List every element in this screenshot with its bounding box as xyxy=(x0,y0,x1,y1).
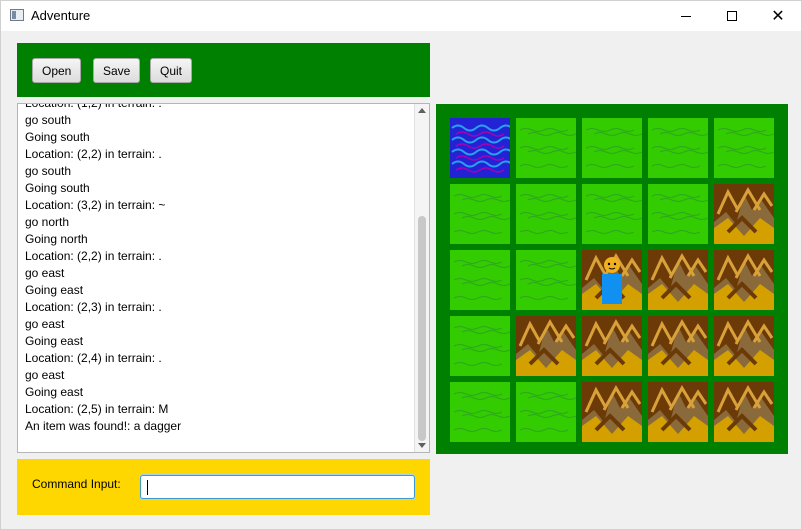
app-window: Adventure ✕ Open Save Quit Location: (1,… xyxy=(0,0,802,530)
toolbar: Open Save Quit xyxy=(17,43,430,97)
log-line: Location: (1,2) in terrain: . xyxy=(25,103,162,110)
maximize-icon xyxy=(727,11,737,21)
log-line: go east xyxy=(25,317,65,331)
grass-tile xyxy=(516,184,576,244)
log-line: Going south xyxy=(25,130,90,144)
minimize-icon xyxy=(681,15,691,17)
command-input-label: Command Input: xyxy=(32,477,121,491)
mountain-tile xyxy=(648,250,708,310)
scroll-thumb[interactable] xyxy=(418,216,426,441)
grass-tile xyxy=(450,250,510,310)
log-line: go south xyxy=(25,164,72,178)
mountain-tile xyxy=(714,250,774,310)
vertical-scrollbar[interactable] xyxy=(414,104,429,452)
mountain-tile xyxy=(582,382,642,442)
quit-button[interactable]: Quit xyxy=(150,58,193,83)
command-bar: Command Input: xyxy=(17,459,430,515)
grass-tile xyxy=(648,184,708,244)
maximize-button[interactable] xyxy=(709,1,755,31)
log-line: Location: (3,2) in terrain: ~ xyxy=(25,198,166,212)
player-avatar xyxy=(600,256,624,304)
command-input[interactable] xyxy=(140,475,415,499)
grass-tile xyxy=(516,382,576,442)
log-line: Going east xyxy=(25,385,84,399)
mountain-tile xyxy=(714,382,774,442)
mountain-tile xyxy=(648,382,708,442)
scroll-up-icon[interactable] xyxy=(418,108,426,113)
log-line: go east xyxy=(25,368,65,382)
output-log[interactable]: Location: (1,2) in terrain: . go south Goi… xyxy=(17,103,430,453)
log-line: Location: (2,4) in terrain: . xyxy=(25,351,162,365)
log-lines: Location: (1,2) in terrain: . go south Goi… xyxy=(25,103,411,435)
log-line: Location: (2,5) in terrain: M xyxy=(25,402,169,416)
log-line: An item was found!: a dagger xyxy=(25,419,182,433)
log-line: Location: (2,2) in terrain: . xyxy=(25,249,162,263)
grass-tile xyxy=(450,184,510,244)
log-line: Going east xyxy=(25,283,84,297)
title-bar[interactable]: Adventure ✕ xyxy=(1,1,801,31)
mountain-tile xyxy=(714,316,774,376)
log-line: Location: (2,2) in terrain: . xyxy=(25,147,162,161)
grass-tile xyxy=(582,184,642,244)
mountain-tile xyxy=(582,316,642,376)
water-tile xyxy=(450,118,510,178)
log-line: Location: (2,3) in terrain: . xyxy=(25,300,162,314)
mountain-tile xyxy=(582,250,642,310)
grass-tile xyxy=(648,118,708,178)
text-caret xyxy=(147,480,148,495)
grass-tile xyxy=(450,316,510,376)
app-icon xyxy=(10,9,24,21)
mountain-tile xyxy=(648,316,708,376)
world-map xyxy=(436,104,788,454)
scroll-down-icon[interactable] xyxy=(418,443,426,448)
grass-tile xyxy=(582,118,642,178)
grass-tile xyxy=(516,118,576,178)
grass-tile xyxy=(450,382,510,442)
log-line: Going south xyxy=(25,181,90,195)
log-line: go south xyxy=(25,113,72,127)
save-button[interactable]: Save xyxy=(93,58,141,83)
grass-tile xyxy=(516,250,576,310)
log-line: go east xyxy=(25,266,65,280)
log-line: Going north xyxy=(25,232,88,246)
mountain-tile xyxy=(516,316,576,376)
close-button[interactable]: ✕ xyxy=(755,1,801,31)
mountain-tile xyxy=(714,184,774,244)
minimize-button[interactable] xyxy=(663,1,709,31)
close-icon: ✕ xyxy=(771,6,785,25)
window-title: Adventure xyxy=(31,8,91,23)
log-line: go north xyxy=(25,215,70,229)
log-line: Going east xyxy=(25,334,84,348)
grass-tile xyxy=(714,118,774,178)
open-button[interactable]: Open xyxy=(32,58,82,83)
